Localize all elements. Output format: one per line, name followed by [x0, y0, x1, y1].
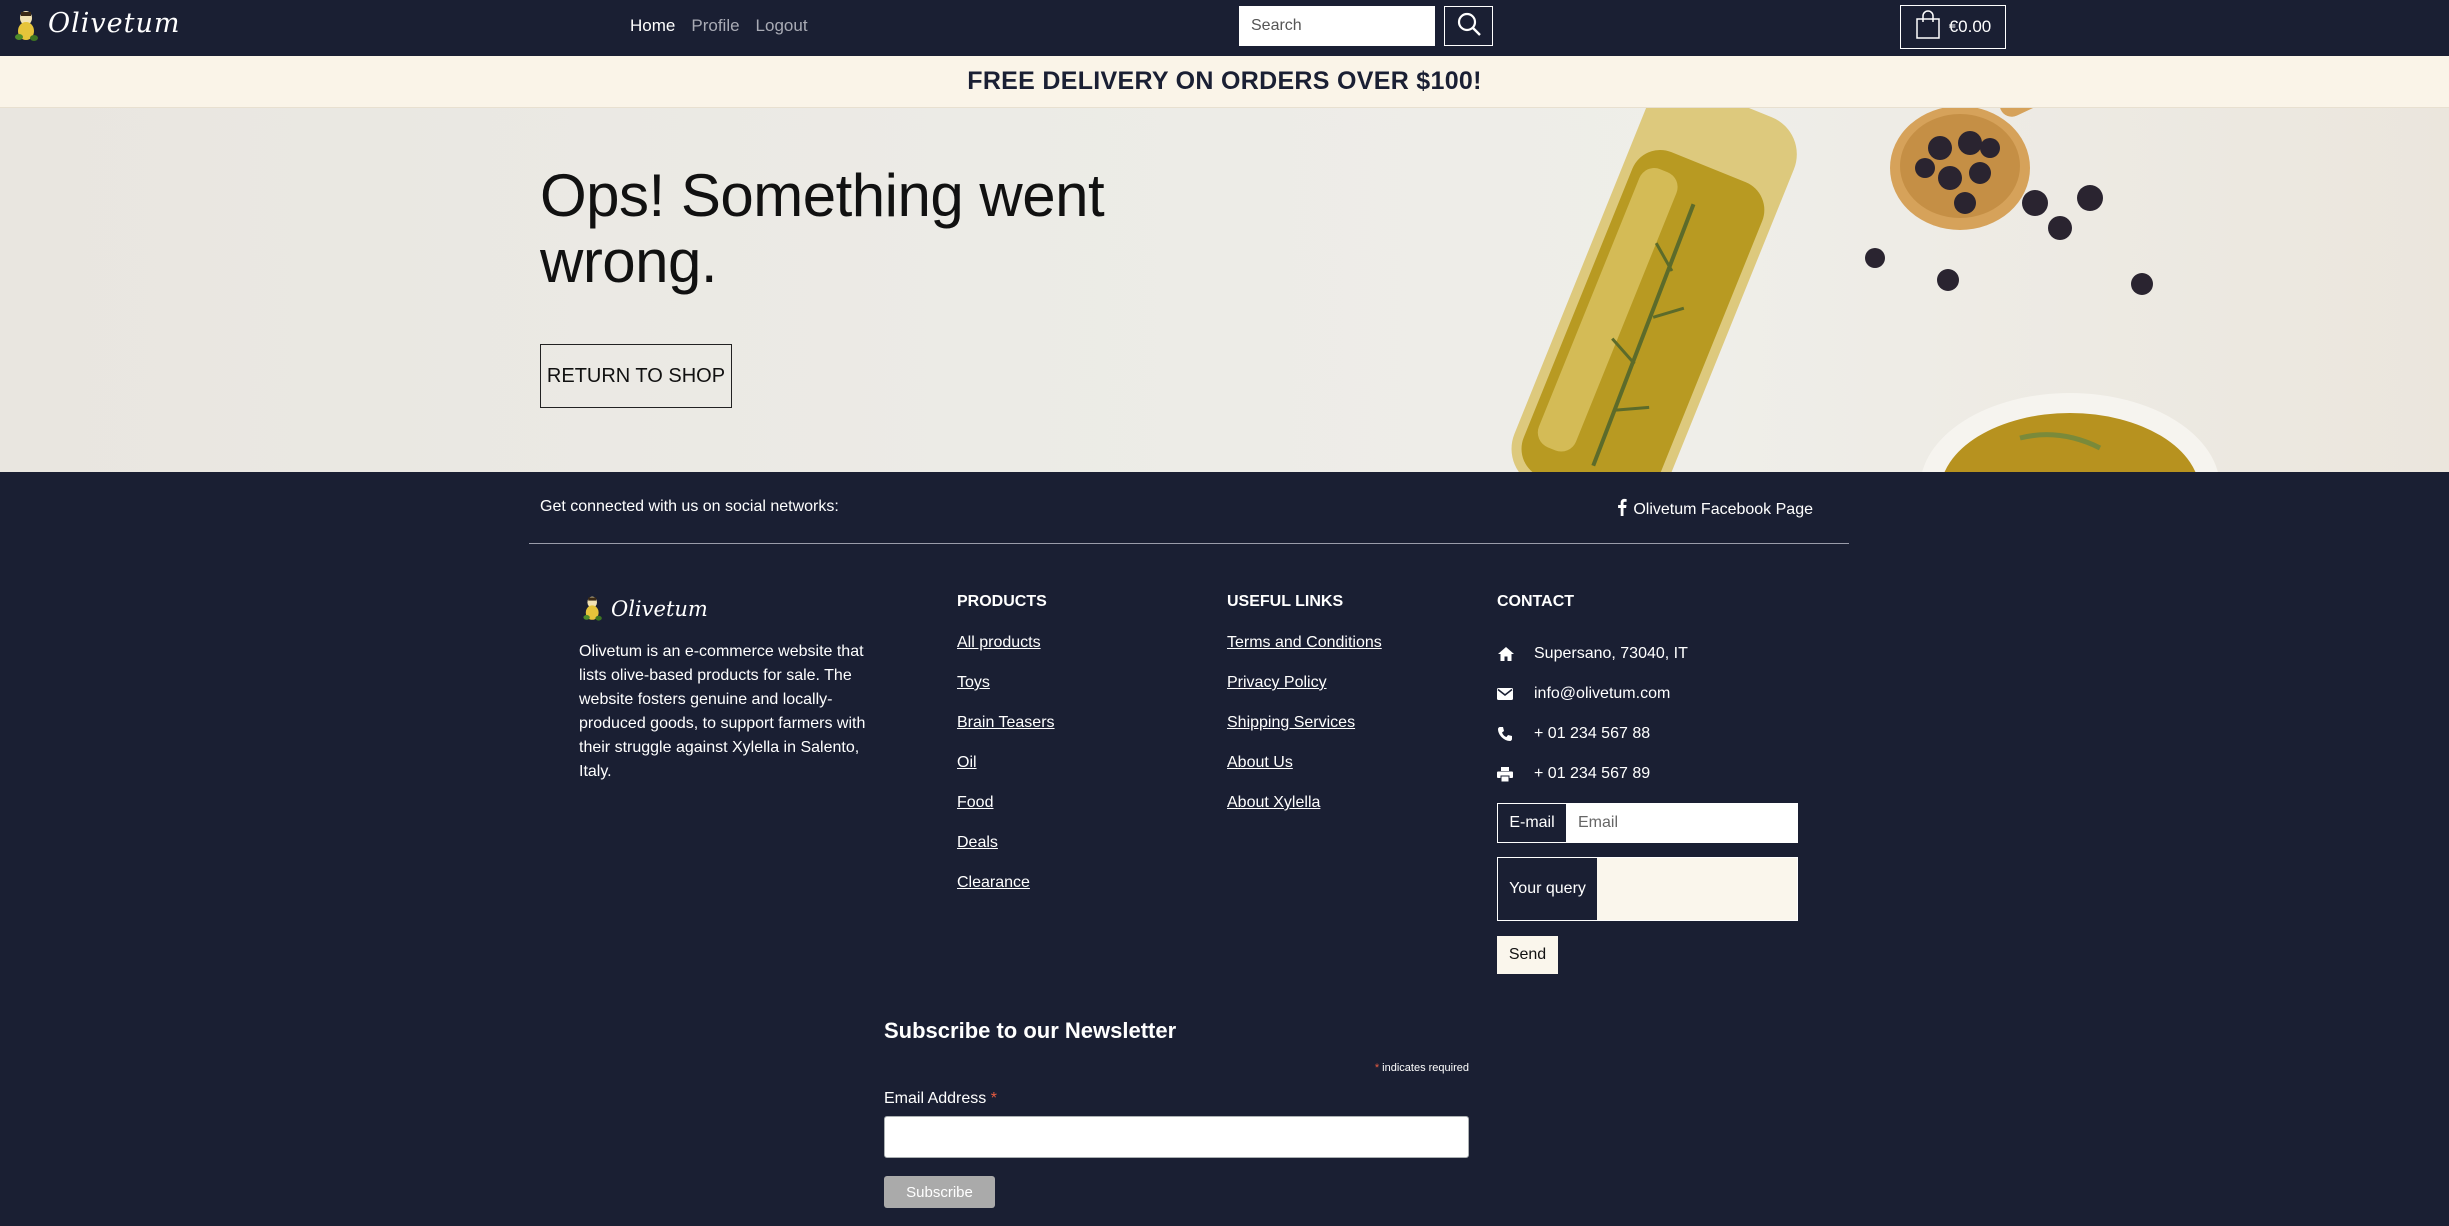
product-link-all[interactable]: All products	[957, 634, 1041, 651]
facebook-link[interactable]: Olivetum Facebook Page	[1617, 498, 1813, 521]
shopping-bag-icon	[1915, 9, 1941, 45]
return-to-shop-button[interactable]: RETURN TO SHOP	[540, 344, 732, 408]
social-text: Get connected with us on social networks…	[540, 498, 839, 515]
phone-icon	[1497, 726, 1534, 742]
footer-about: Olivetum Olivetum is an e-commerce websi…	[579, 592, 879, 784]
facebook-icon	[1617, 498, 1627, 521]
error-hero: Ops! Something went wrong. RETURN TO SHO…	[0, 108, 2449, 472]
contact-heading: CONTACT	[1497, 593, 1575, 610]
email-group-label: E-mail	[1498, 804, 1566, 842]
newsletter-form: Subscribe to our Newsletter * indicates …	[884, 1012, 1469, 1208]
product-link-toys[interactable]: Toys	[957, 674, 990, 691]
main-nav: Home Profile Logout	[630, 16, 808, 36]
terms-link[interactable]: Terms and Conditions	[1227, 634, 1382, 651]
contact-email: info@olivetum.com	[1497, 674, 1797, 714]
contact-fax: + 01 234 567 89	[1497, 754, 1797, 794]
brand-name: Olivetum	[48, 8, 181, 39]
product-link-clearance[interactable]: Clearance	[957, 874, 1030, 891]
email-text: info@olivetum.com	[1534, 685, 1671, 702]
product-link-oil[interactable]: Oil	[957, 754, 977, 771]
newsletter-email-input[interactable]	[884, 1116, 1469, 1158]
envelope-icon	[1497, 688, 1534, 700]
footer-products: PRODUCTS All products Toys Brain Teasers…	[957, 592, 1055, 914]
contact-email-input[interactable]	[1566, 804, 1797, 842]
navbar: Olivetum Home Profile Logout €0.00	[0, 0, 2449, 56]
send-button[interactable]: Send	[1497, 936, 1558, 974]
nav-profile-link[interactable]: Profile	[691, 16, 739, 36]
footer-brand-name: Olivetum	[611, 597, 708, 621]
address-text: Supersano, 73040, IT	[1534, 645, 1688, 662]
social-bar: Get connected with us on social networks…	[540, 495, 1813, 519]
search-input[interactable]	[1239, 6, 1435, 46]
phone-text: + 01 234 567 88	[1534, 725, 1651, 742]
about-us-link[interactable]: About Us	[1227, 754, 1293, 771]
contact-query-group: Your query	[1497, 857, 1798, 921]
useful-links-heading: USEFUL LINKS	[1227, 593, 1344, 610]
newsletter-email-label-text: Email Address	[884, 1090, 987, 1107]
required-star: *	[990, 1090, 997, 1107]
required-star: *	[1374, 1062, 1380, 1074]
privacy-link[interactable]: Privacy Policy	[1227, 674, 1327, 691]
products-heading: PRODUCTS	[957, 593, 1047, 610]
newsletter-title: Subscribe to our Newsletter	[884, 1018, 1177, 1043]
olive-logo-icon	[10, 4, 44, 44]
subscribe-button[interactable]: Subscribe	[884, 1176, 995, 1208]
fax-text: + 01 234 567 89	[1534, 765, 1651, 782]
brand-logo[interactable]: Olivetum	[10, 4, 180, 44]
cart-total: €0.00	[1948, 17, 1992, 36]
olive-oil-photo	[1511, 108, 2218, 472]
search-button[interactable]	[1444, 6, 1493, 46]
shipping-link[interactable]: Shipping Services	[1227, 714, 1355, 731]
facebook-label: Olivetum Facebook Page	[1633, 500, 1813, 518]
footer-brand: Olivetum	[579, 592, 879, 626]
contact-address: Supersano, 73040, IT	[1497, 634, 1797, 674]
footer-contact: CONTACT Supersano, 73040, IT info@olivet…	[1497, 592, 1797, 794]
promo-banner: FREE DELIVERY ON ORDERS OVER $100!	[0, 56, 2449, 108]
footer-divider	[529, 543, 1849, 544]
newsletter-email-label: Email Address *	[884, 1090, 1469, 1108]
home-icon	[1497, 646, 1534, 662]
cart-button[interactable]: €0.00	[1900, 5, 2006, 49]
product-link-deals[interactable]: Deals	[957, 834, 998, 851]
about-description: Olivetum is an e-commerce website that l…	[579, 643, 866, 780]
footer-useful-links: USEFUL LINKS Terms and Conditions Privac…	[1227, 592, 1382, 834]
contact-email-group: E-mail	[1497, 803, 1798, 843]
query-textarea[interactable]	[1597, 858, 1797, 920]
product-link-brain-teasers[interactable]: Brain Teasers	[957, 714, 1055, 731]
printer-icon	[1497, 766, 1534, 782]
promo-text: FREE DELIVERY ON ORDERS OVER $100!	[967, 67, 1482, 95]
error-title: Ops! Something went wrong.	[540, 162, 1105, 295]
search-icon	[1456, 11, 1482, 42]
required-note-text: indicates required	[1382, 1062, 1469, 1074]
olive-logo-icon	[579, 591, 607, 628]
required-note: * indicates required	[884, 1062, 1469, 1074]
product-link-food[interactable]: Food	[957, 794, 993, 811]
contact-phone: + 01 234 567 88	[1497, 714, 1797, 754]
nav-logout-link[interactable]: Logout	[756, 16, 808, 36]
about-xylella-link[interactable]: About Xylella	[1227, 794, 1320, 811]
nav-home-link[interactable]: Home	[630, 16, 675, 36]
query-group-label: Your query	[1509, 880, 1586, 897]
